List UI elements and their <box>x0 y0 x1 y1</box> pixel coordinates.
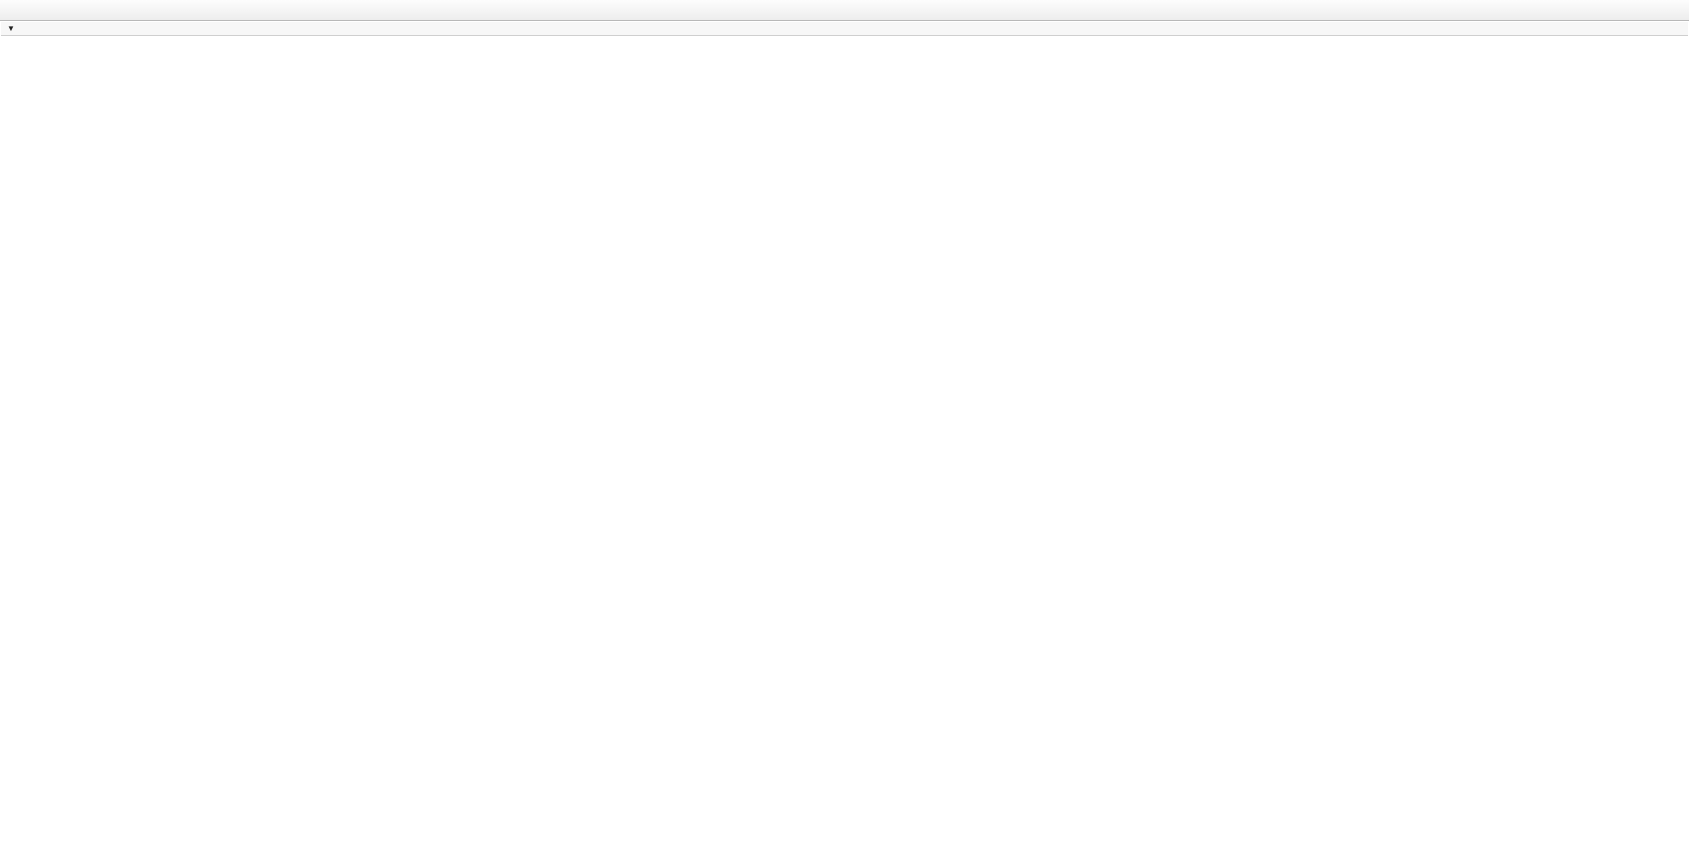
main-toolbar <box>0 0 1689 21</box>
chart-canvas[interactable] <box>0 21 1689 859</box>
